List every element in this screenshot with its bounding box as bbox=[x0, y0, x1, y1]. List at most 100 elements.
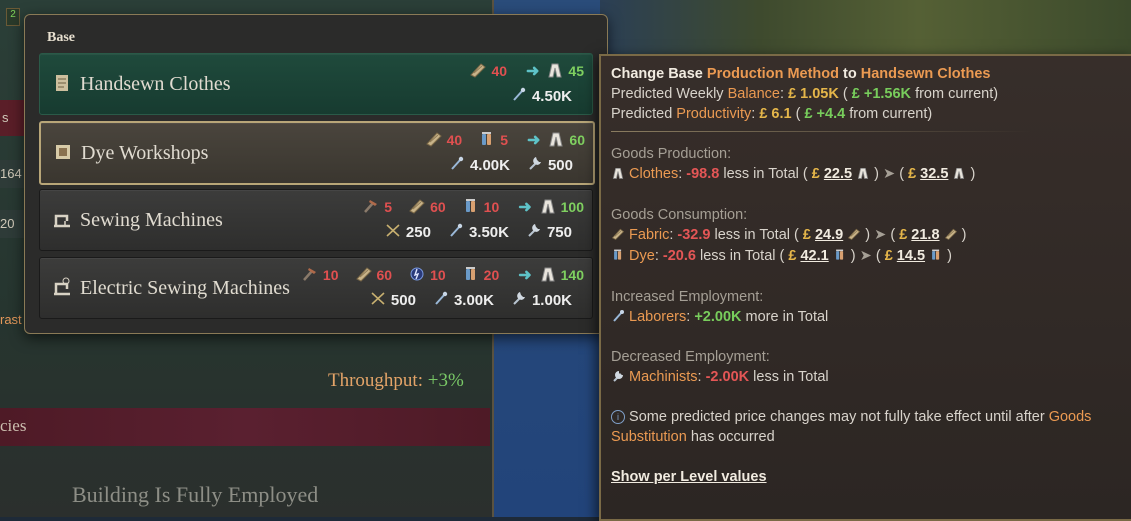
pound-icon: £ bbox=[788, 248, 797, 264]
dye-icon bbox=[478, 131, 496, 150]
goods-production-header: Goods Production: bbox=[611, 146, 732, 162]
balance-pre: Predicted Weekly bbox=[611, 86, 724, 102]
note-line-2: Substitution has occurred bbox=[611, 429, 775, 445]
dye-icon bbox=[611, 248, 625, 264]
method-goods: 40 ➜ 45 bbox=[469, 61, 584, 81]
arrow-right-icon: ➤ bbox=[883, 166, 896, 182]
decreased-employment-header: Decreased Employment: bbox=[611, 349, 770, 365]
method-goods: 40 5 ➜ 60 bbox=[425, 130, 585, 150]
employment-amount: 4.50K bbox=[531, 87, 572, 105]
info-icon: i bbox=[611, 410, 625, 424]
decreased-job-name: Machinists bbox=[629, 369, 698, 385]
note-highlight-goods: Goods bbox=[1048, 409, 1092, 425]
good-delta-text: less in Total bbox=[723, 166, 799, 182]
electric-sewing-machine-icon bbox=[52, 276, 72, 298]
fabric-icon bbox=[425, 131, 443, 150]
dye-icon bbox=[462, 198, 480, 217]
productivity-post: from current) bbox=[849, 106, 933, 122]
production-method-dropdown: Base Handsewn Clothes 40 ➜ 45 4.50K Dye Works… bbox=[24, 14, 608, 334]
note-text: Some predicted price changes may not ful… bbox=[629, 409, 1045, 425]
fabric-icon bbox=[355, 266, 373, 285]
price-to[interactable]: 32.5 bbox=[920, 166, 948, 182]
good-name: Fabric bbox=[629, 227, 670, 243]
output-amount: 140 bbox=[560, 267, 584, 283]
arrow-right-icon: ➤ bbox=[859, 248, 872, 264]
arrow-right-icon: ➤ bbox=[874, 227, 887, 243]
arrow-right-icon: ➜ bbox=[527, 132, 541, 149]
policies-band[interactable] bbox=[0, 408, 490, 446]
laborers-icon bbox=[447, 222, 465, 242]
show-per-level-link[interactable]: Show per Level values bbox=[611, 469, 767, 485]
arrow-right-icon: ➜ bbox=[526, 63, 540, 80]
production-method-option[interactable]: Sewing Machines 5 60 10 ➜ 100 250 3.50K 750 bbox=[39, 189, 593, 251]
pound-icon: £ bbox=[908, 166, 917, 182]
divider bbox=[611, 131, 1031, 132]
productivity-label: Productivity bbox=[676, 106, 752, 122]
price-to[interactable]: 21.8 bbox=[911, 227, 939, 243]
input-amount: 10 bbox=[483, 199, 500, 215]
input-amount: 20 bbox=[483, 267, 500, 283]
balance-value: £ 1.05K bbox=[788, 86, 839, 102]
clothes-icon bbox=[546, 62, 564, 81]
method-employment: 4.50K bbox=[510, 86, 584, 106]
method-name: Handsewn Clothes bbox=[80, 73, 231, 95]
pound-icon: £ bbox=[802, 227, 811, 243]
employment-amount: 3.50K bbox=[468, 223, 509, 241]
input-amount: 5 bbox=[500, 132, 509, 148]
input-amount: 40 bbox=[446, 132, 463, 148]
price-from[interactable]: 42.1 bbox=[800, 248, 828, 264]
laborers-icon bbox=[432, 290, 450, 310]
production-method-option[interactable]: Dye Workshops 40 5 ➜ 60 4.00K 500 bbox=[39, 121, 595, 185]
decreased-employment-row: Machinists: -2.00K less in Total bbox=[611, 369, 829, 385]
employment-amount: 750 bbox=[546, 223, 572, 241]
clothes-icon bbox=[611, 166, 625, 182]
throughput: Throughput: +3% bbox=[328, 370, 464, 392]
production-method-option[interactable]: Handsewn Clothes 40 ➜ 45 4.50K bbox=[39, 53, 593, 115]
method-employment: 4.00K 500 bbox=[448, 155, 585, 175]
fabric-icon bbox=[944, 227, 958, 243]
dye-icon bbox=[929, 248, 943, 264]
input-amount: 10 bbox=[322, 267, 339, 283]
price-from[interactable]: 22.5 bbox=[824, 166, 852, 182]
increased-job-name: Laborers bbox=[629, 309, 687, 325]
output-amount: 60 bbox=[569, 132, 585, 148]
throughput-value: +3% bbox=[427, 370, 464, 391]
productivity-delta: £ +4.4 bbox=[804, 106, 846, 122]
title-prefix: Change Base bbox=[611, 66, 703, 82]
handsewn-icon bbox=[52, 72, 72, 94]
price-from[interactable]: 24.9 bbox=[815, 227, 843, 243]
clothes-icon bbox=[856, 166, 870, 182]
employment-status: Building Is Fully Employed bbox=[72, 482, 319, 507]
throughput-label: Throughput: bbox=[328, 370, 423, 391]
method-employment: 250 3.50K 750 bbox=[384, 222, 584, 242]
clothes-icon bbox=[539, 266, 557, 285]
tools-icon bbox=[301, 266, 319, 285]
pound-icon: £ bbox=[811, 166, 820, 182]
clothes-icon bbox=[952, 166, 966, 182]
production-method-option[interactable]: Electric Sewing Machines 10 60 10 20 ➜ 140 500 3… bbox=[39, 257, 593, 319]
balance-delta: £ +1.56K bbox=[851, 86, 912, 102]
method-employment: 500 3.00K 1.00K bbox=[369, 290, 584, 310]
good-delta: -98.8 bbox=[686, 166, 720, 182]
balance-line: Predicted Weekly Balance: £ 1.05K ( £ +1… bbox=[611, 86, 999, 102]
fabric-icon bbox=[611, 227, 625, 243]
good-delta-text: less in Total bbox=[714, 227, 790, 243]
title-to: to bbox=[843, 66, 857, 82]
method-name: Sewing Machines bbox=[80, 209, 223, 231]
decreased-job-delta: -2.00K bbox=[705, 369, 750, 385]
note-highlight-substitution: Substitution bbox=[611, 429, 687, 445]
good-delta: -32.9 bbox=[677, 227, 711, 243]
increased-employment-header: Increased Employment: bbox=[611, 289, 764, 305]
good-name: Dye bbox=[629, 248, 655, 264]
level-badge: 2 bbox=[6, 8, 20, 26]
increased-job-tail: more in Total bbox=[745, 309, 829, 325]
input-amount: 5 bbox=[384, 199, 393, 215]
productivity-pre: Predicted bbox=[611, 106, 673, 122]
engineers-icon bbox=[384, 222, 402, 242]
input-amount: 10 bbox=[430, 267, 446, 283]
machinists-icon bbox=[611, 369, 625, 385]
output-amount: 45 bbox=[568, 63, 584, 79]
note-text-tail: has occurred bbox=[690, 429, 775, 445]
good-name: Clothes bbox=[629, 166, 679, 182]
price-to[interactable]: 14.5 bbox=[897, 248, 925, 264]
